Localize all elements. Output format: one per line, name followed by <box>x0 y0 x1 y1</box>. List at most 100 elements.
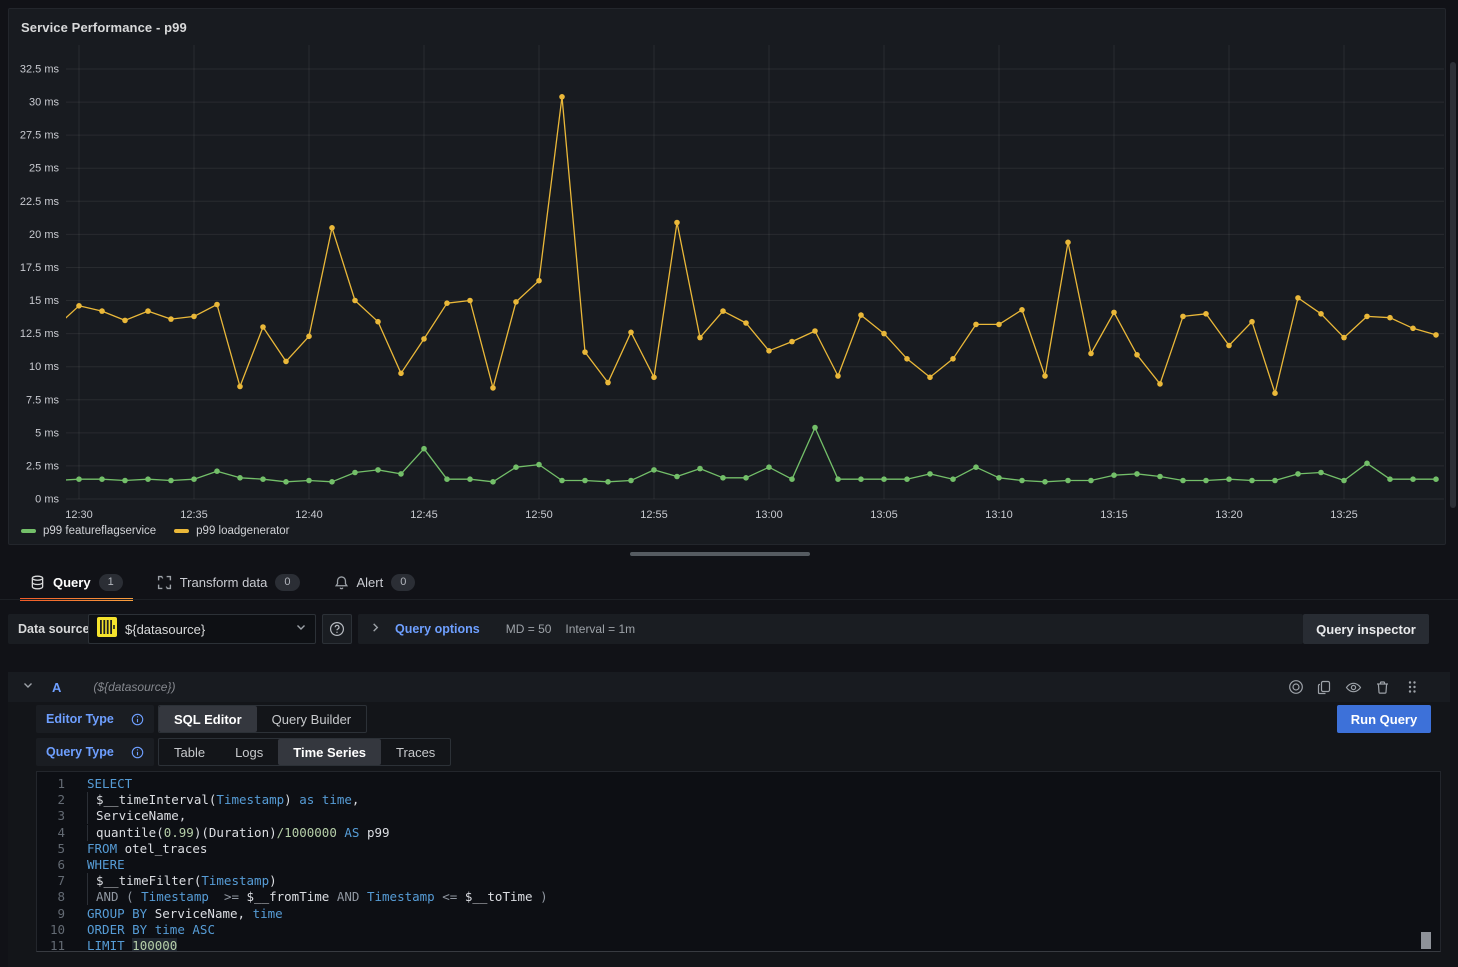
line-number: 4 <box>37 825 79 841</box>
data-point <box>697 335 703 341</box>
data-point <box>812 328 818 334</box>
data-point <box>352 470 358 476</box>
time-series-chart[interactable]: 0 ms2.5 ms5 ms7.5 ms10 ms12.5 ms15 ms17.… <box>9 9 1445 544</box>
hide-response-eye-icon[interactable] <box>1345 679 1362 696</box>
data-point <box>1364 461 1370 467</box>
data-point <box>444 300 450 306</box>
sql-code: LIMIT 100000 <box>79 938 177 952</box>
datasource-picker[interactable]: ${datasource} <box>88 614 316 644</box>
data-point <box>766 348 772 354</box>
data-point <box>835 373 841 379</box>
query-options-link[interactable]: Query options <box>395 622 480 636</box>
drag-handle-icon[interactable] <box>1403 679 1420 696</box>
indent-guide <box>87 873 96 889</box>
data-point <box>789 339 795 345</box>
data-point <box>720 308 726 314</box>
data-point <box>628 330 634 336</box>
horizontal-scrollbar-thumb[interactable] <box>630 552 810 556</box>
delete-query-trash-icon[interactable] <box>1374 679 1391 696</box>
editor-scrollbar-thumb[interactable] <box>1421 932 1431 949</box>
query-type-label: Query Type <box>36 738 154 766</box>
data-point <box>996 322 1002 328</box>
data-point <box>1318 311 1324 317</box>
query-type-option-logs[interactable]: Logs <box>220 739 278 765</box>
data-point <box>1364 314 1370 320</box>
legend-item-featureflagservice[interactable]: p99 featureflagservice <box>21 525 156 537</box>
angle-right-icon[interactable] <box>370 620 381 638</box>
data-point <box>1318 470 1324 476</box>
data-point <box>260 324 266 330</box>
tab-alert[interactable]: Alert 0 <box>324 566 426 598</box>
data-point <box>513 299 519 305</box>
tab-transform-label: Transform data <box>180 575 268 590</box>
data-point <box>99 308 105 314</box>
x-tick-label: 12:45 <box>410 509 438 521</box>
data-point <box>306 334 312 340</box>
data-point <box>1111 310 1117 316</box>
collapse-chevron-icon[interactable] <box>22 678 34 696</box>
editor-type-option-query-builder[interactable]: Query Builder <box>257 706 366 732</box>
x-tick-label: 12:40 <box>295 509 323 521</box>
data-point <box>283 479 289 485</box>
query-type-option-time-series[interactable]: Time Series <box>278 739 381 765</box>
data-point <box>421 446 427 452</box>
data-point <box>858 312 864 318</box>
indent-guide <box>87 808 96 824</box>
y-tick-label: 17.5 ms <box>20 262 60 274</box>
tab-query[interactable]: Query 1 <box>20 566 133 598</box>
series-p99-loadgenerator <box>53 94 1439 396</box>
query-inspector-button[interactable]: Query inspector <box>1303 614 1429 644</box>
sql-line: 9GROUP BY ServiceName, time <box>37 906 1440 922</box>
query-row-header[interactable]: A (${datasource}) <box>8 672 1450 702</box>
editor-type-row: Editor Type SQL EditorQuery Builder <box>36 705 367 733</box>
sql-line: 5FROM otel_traces <box>37 841 1440 857</box>
editor-tabs: Query 1 Transform data 0 Alert 0 <box>8 566 425 598</box>
datasource-help-button[interactable] <box>322 614 352 644</box>
data-point <box>1203 311 1209 317</box>
x-tick-label: 12:30 <box>65 509 93 521</box>
data-point <box>375 319 381 325</box>
tab-transform-data[interactable]: Transform data 0 <box>147 566 310 598</box>
vertical-scrollbar-thumb[interactable] <box>1450 62 1456 508</box>
timeseries-panel: 0 ms2.5 ms5 ms7.5 ms10 ms12.5 ms15 ms17.… <box>8 8 1446 545</box>
sql-line: 7$__timeFilter(Timestamp) <box>37 873 1440 889</box>
line-number: 5 <box>37 841 79 857</box>
data-point <box>191 314 197 320</box>
legend-label: p99 featureflagservice <box>43 525 156 537</box>
disable-query-icon[interactable] <box>1287 679 1304 696</box>
data-point <box>1295 471 1301 477</box>
data-point <box>697 466 703 472</box>
query-type-option-table[interactable]: Table <box>159 739 220 765</box>
editor-type-option-sql-editor[interactable]: SQL Editor <box>159 706 257 732</box>
info-circle-icon[interactable] <box>131 713 144 726</box>
data-point <box>651 467 657 473</box>
data-point <box>1180 314 1186 320</box>
data-point <box>1019 478 1025 484</box>
info-circle-icon[interactable] <box>131 746 144 759</box>
query-type-option-traces[interactable]: Traces <box>381 739 450 765</box>
sql-code-editor[interactable]: 1SELECT2$__timeInterval(Timestamp) as ti… <box>36 771 1441 952</box>
sql-code: AND ( Timestamp >= $__fromTime AND Times… <box>79 889 548 905</box>
line-number: 2 <box>37 792 79 808</box>
legend-label: p99 loadgenerator <box>196 525 289 537</box>
data-point <box>1341 335 1347 341</box>
duplicate-query-icon[interactable] <box>1316 679 1333 696</box>
data-point <box>973 322 979 328</box>
run-query-button[interactable]: Run Query <box>1337 705 1431 733</box>
data-point <box>950 476 956 482</box>
grid-lines <box>66 45 1444 499</box>
data-point <box>559 94 565 100</box>
data-point <box>536 462 542 468</box>
data-point <box>1272 478 1278 484</box>
query-editor-card: A (${datasource}) <box>8 672 1450 967</box>
data-point <box>168 478 174 484</box>
editor-type-label-text: Editor Type <box>46 712 114 726</box>
sql-line: 4quantile(0.99)(Duration)/1000000 AS p99 <box>37 825 1440 841</box>
data-point <box>628 478 634 484</box>
data-point <box>490 479 496 485</box>
legend-item-loadgenerator[interactable]: p99 loadgenerator <box>174 525 289 537</box>
data-point <box>1226 343 1232 349</box>
clickhouse-datasource-icon <box>97 617 117 642</box>
line-number: 3 <box>37 808 79 824</box>
y-tick-label: 10 ms <box>29 361 59 373</box>
